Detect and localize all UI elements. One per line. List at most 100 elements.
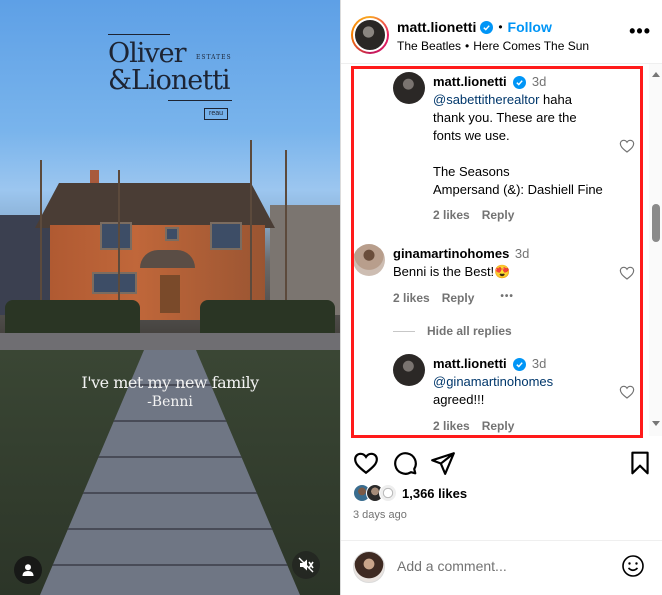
media-scene-window bbox=[165, 227, 179, 241]
media-scene-door bbox=[160, 275, 180, 313]
media-scene-tree bbox=[285, 150, 287, 320]
commenter-username[interactable]: matt.lionetti bbox=[433, 356, 507, 371]
comment-mention[interactable]: @sabettitherealtor bbox=[433, 92, 539, 107]
media-scene-tree bbox=[250, 140, 252, 320]
comments-scrollbar[interactable] bbox=[649, 64, 662, 436]
comment-text-line: Ampersand (&): Dashiell Fine bbox=[433, 182, 603, 197]
comment-text-line: agreed!!! bbox=[433, 392, 485, 407]
media-scene-window bbox=[92, 272, 137, 294]
follow-button[interactable]: Follow bbox=[508, 19, 552, 35]
comment-meta: 2 likes Reply bbox=[433, 419, 514, 433]
comment-text-line: fonts we use. bbox=[433, 128, 510, 143]
comment-text-line: thank you. These are the bbox=[433, 110, 577, 125]
post-actions-bar bbox=[341, 450, 662, 480]
media-scene-porch bbox=[140, 250, 195, 268]
heart-eyes-emoji: 😍 bbox=[494, 264, 511, 279]
logo-estates: ESTATES bbox=[196, 54, 232, 61]
video-caption-overlay: I've met my new family -Benni bbox=[60, 373, 280, 410]
comment-reply: matt.lionetti 3d @sabettitherealtor haha… bbox=[341, 64, 641, 224]
like-heart-icon[interactable] bbox=[353, 450, 379, 476]
audio-track[interactable]: Here Comes The Sun bbox=[473, 39, 589, 53]
scrollbar-thumb[interactable] bbox=[652, 204, 660, 242]
audio-artist[interactable]: The Beatles bbox=[397, 39, 461, 53]
comment-timestamp[interactable]: 3d bbox=[515, 246, 529, 261]
reply-button[interactable]: Reply bbox=[482, 208, 515, 222]
comment-input[interactable] bbox=[397, 558, 607, 574]
user-tag-icon bbox=[22, 564, 34, 576]
separator-dot: • bbox=[465, 39, 470, 53]
hide-replies-label[interactable]: Hide all replies bbox=[427, 324, 512, 338]
comment-meta: 2 likes Reply ••• bbox=[393, 291, 514, 305]
author-avatar bbox=[353, 18, 387, 52]
speaker-muted-icon bbox=[298, 557, 314, 573]
caption-author: -Benni bbox=[147, 394, 193, 410]
comments-list: matt.lionetti 3d @sabettitherealtor haha… bbox=[341, 64, 662, 440]
media-scene-window bbox=[100, 222, 132, 250]
add-comment-bar bbox=[341, 540, 662, 595]
commenter-avatar[interactable] bbox=[393, 354, 425, 386]
media-scene-wall bbox=[0, 333, 340, 351]
share-send-icon[interactable] bbox=[430, 450, 456, 476]
comment-reply: matt.lionetti 3d @ginamartinohomes agree… bbox=[341, 352, 641, 438]
comment-text: matt.lionetti 3d @sabettitherealtor haha… bbox=[433, 73, 623, 199]
caption-quote: I've met my new family bbox=[81, 373, 259, 392]
current-user-avatar bbox=[353, 551, 385, 583]
reply-button[interactable]: Reply bbox=[482, 419, 515, 433]
logo-rule bbox=[108, 34, 170, 35]
scroll-up-arrow-icon[interactable] bbox=[652, 72, 660, 77]
hide-replies-toggle[interactable]: Hide all replies bbox=[393, 324, 512, 338]
logo-line-2: &Lionetti bbox=[108, 65, 231, 96]
logo-rule bbox=[168, 100, 232, 101]
comment-likes-count[interactable]: 2 likes bbox=[393, 291, 430, 305]
commenter-username[interactable]: matt.lionetti bbox=[433, 74, 507, 89]
post-media-video[interactable]: Oliver ESTATES &Lionetti reau I've met m… bbox=[0, 0, 340, 595]
comment: ginamartinohomes 3d Benni is the Best!😍 … bbox=[341, 242, 641, 312]
media-scene-tree bbox=[40, 160, 42, 320]
comment-text: matt.lionetti 3d @ginamartinohomes agree… bbox=[433, 355, 623, 409]
media-scene-window bbox=[210, 222, 242, 250]
author-line: matt.lionetti • Follow bbox=[397, 19, 552, 35]
post-details-panel: matt.lionetti • Follow The Beatles • Her… bbox=[340, 0, 662, 595]
replies-divider-line bbox=[393, 330, 415, 332]
heart-icon[interactable] bbox=[619, 384, 635, 400]
media-scene-hedge bbox=[5, 300, 140, 335]
comment-text-line: Benni is the Best! bbox=[393, 264, 495, 279]
comment-text-line: The Seasons bbox=[433, 164, 510, 179]
media-scene-neighbor-house-right bbox=[270, 205, 340, 315]
liker-avatar bbox=[379, 484, 397, 502]
likes-count[interactable]: 1,366 likes bbox=[402, 486, 467, 501]
more-options-button[interactable]: ••• bbox=[629, 22, 651, 40]
separator-dot: • bbox=[498, 20, 503, 34]
likes-summary[interactable]: 1,366 likes bbox=[353, 484, 467, 502]
post-timestamp[interactable]: 3 days ago bbox=[353, 509, 407, 521]
commenter-username[interactable]: ginamartinohomes bbox=[393, 246, 509, 261]
commenter-avatar[interactable] bbox=[393, 72, 425, 104]
media-scene-hedge bbox=[200, 300, 335, 335]
comment-text: ginamartinohomes 3d Benni is the Best!😍 bbox=[393, 245, 623, 281]
emoji-picker-icon[interactable] bbox=[621, 554, 645, 578]
comment-likes-count[interactable]: 2 likes bbox=[433, 419, 470, 433]
verified-badge-icon bbox=[480, 20, 494, 34]
post-header: matt.lionetti • Follow The Beatles • Her… bbox=[341, 0, 662, 64]
comment-meta: 2 likes Reply bbox=[433, 208, 514, 222]
comment-bubble-icon[interactable] bbox=[392, 450, 418, 476]
verified-badge-icon bbox=[513, 76, 527, 89]
author-avatar-story-ring[interactable] bbox=[351, 16, 389, 54]
comment-timestamp[interactable]: 3d bbox=[532, 74, 546, 89]
heart-icon[interactable] bbox=[619, 138, 635, 154]
mute-toggle-button[interactable] bbox=[292, 551, 320, 579]
tagged-users-button[interactable] bbox=[14, 556, 42, 584]
author-username[interactable]: matt.lionetti bbox=[397, 19, 476, 35]
comment-mention[interactable]: @ginamartinohomes bbox=[433, 374, 553, 389]
commenter-avatar[interactable] bbox=[353, 244, 385, 276]
audio-attribution[interactable]: The Beatles • Here Comes The Sun bbox=[397, 39, 589, 53]
logo-badge: reau bbox=[204, 108, 228, 120]
comment-likes-count[interactable]: 2 likes bbox=[433, 208, 470, 222]
comment-options-button[interactable]: ••• bbox=[500, 291, 514, 305]
scroll-down-arrow-icon[interactable] bbox=[652, 421, 660, 426]
instagram-post-view: Oliver ESTATES &Lionetti reau I've met m… bbox=[0, 0, 662, 595]
heart-icon[interactable] bbox=[619, 265, 635, 281]
reply-button[interactable]: Reply bbox=[442, 291, 475, 305]
save-bookmark-icon[interactable] bbox=[627, 450, 653, 476]
comment-timestamp[interactable]: 3d bbox=[532, 356, 546, 371]
